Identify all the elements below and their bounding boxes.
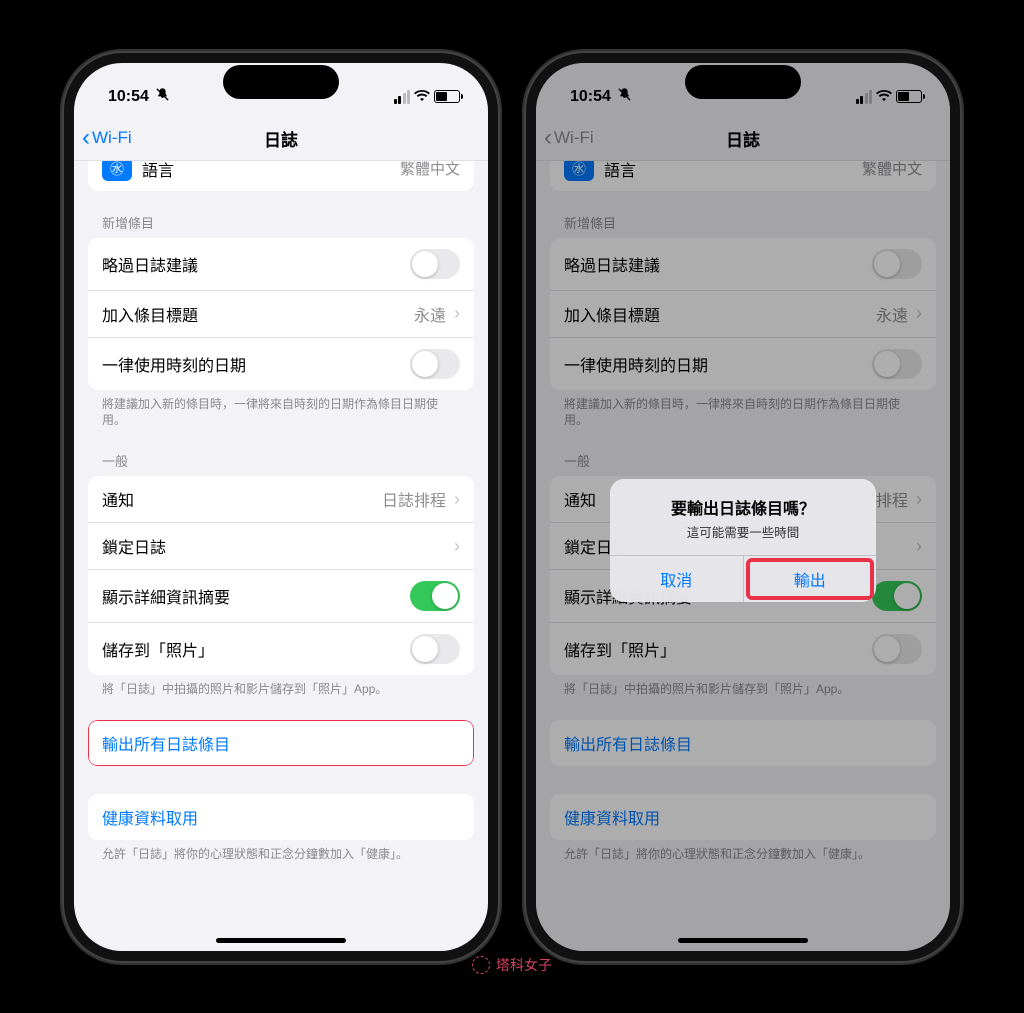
chevron-right-icon: › (454, 303, 460, 324)
row-notifications[interactable]: 通知 日誌排程 › (88, 476, 474, 523)
chevron-left-icon: ‹ (82, 126, 90, 150)
dynamic-island (223, 65, 339, 99)
toggle-skip-suggestions[interactable] (410, 249, 460, 279)
row-skip-suggestions[interactable]: 略過日誌建議 (88, 238, 474, 291)
section-header-new-entry: 新增條目 (74, 191, 488, 238)
chevron-right-icon: › (454, 536, 460, 557)
back-button[interactable]: ‹ Wi-Fi (82, 117, 132, 160)
screen-left: 10:54 ‹ Wi-Fi 日誌 ㊌ 語言 (74, 63, 488, 951)
toggle-moment-date[interactable] (410, 349, 460, 379)
screen-right: 10:54 ‹ Wi-Fi 日誌 ㊌ 語言 (536, 63, 950, 951)
alert-title: 要輸出日誌條目嗎？ (624, 495, 862, 519)
row-use-moment-date[interactable]: 一律使用時刻的日期 (88, 338, 474, 390)
row-entry-title[interactable]: 加入條目標題 永遠 › (88, 291, 474, 338)
status-time: 10:54 (108, 88, 149, 106)
back-label: Wi-Fi (92, 128, 132, 148)
nav-bar: ‹ Wi-Fi 日誌 (74, 117, 488, 161)
dynamic-island (685, 65, 801, 99)
battery-icon (434, 90, 460, 103)
section-header-general: 一般 (74, 429, 488, 476)
footer-health: 允許「日誌」將你的心理狀態和正念分鐘數加入「健康」。 (74, 840, 488, 863)
silent-icon (155, 87, 170, 106)
export-all-entries-button[interactable]: 輸出所有日誌條目 (88, 720, 474, 766)
health-data-access-button[interactable]: 健康資料取用 (88, 794, 474, 840)
row-save-photos[interactable]: 儲存到「照片」 (88, 623, 474, 675)
alert-message: 這可能需要一些時間 (624, 522, 862, 541)
settings-content[interactable]: ㊌ 語言 繁體中文 新增條目 略過日誌建議 加入條目標題 永遠 › (74, 161, 488, 951)
page-title: 日誌 (264, 126, 298, 151)
home-indicator[interactable] (678, 938, 808, 943)
footer-save-photos: 將「日誌」中拍攝的照片和影片儲存到「照片」App。 (74, 675, 488, 698)
toggle-show-summary[interactable] (410, 581, 460, 611)
wifi-icon (414, 88, 430, 106)
group-health: 健康資料取用 (88, 794, 474, 840)
row-show-summary[interactable]: 顯示詳細資訊摘要 (88, 570, 474, 623)
globe-icon: ㊌ (102, 161, 132, 181)
alert-export-button[interactable]: 輸出 (744, 556, 877, 602)
watermark: 塔科女子 (472, 955, 552, 975)
group-export: 輸出所有日誌條目 (88, 720, 474, 766)
group-general: 通知 日誌排程 › 鎖定日誌 › 顯示詳細資訊摘要 儲存到「照片」 (88, 476, 474, 675)
language-row-partial[interactable]: ㊌ 語言 繁體中文 (88, 161, 474, 191)
chevron-right-icon: › (454, 489, 460, 510)
footer-moment-date: 將建議加入新的條目時，一律將來自時刻的日期作為條目日期使用。 (74, 390, 488, 430)
row-lock-journal[interactable]: 鎖定日誌 › (88, 523, 474, 570)
alert-cancel-button[interactable]: 取消 (610, 556, 744, 602)
phone-right: 10:54 ‹ Wi-Fi 日誌 ㊌ 語言 (524, 51, 962, 963)
toggle-save-photos[interactable] (410, 634, 460, 664)
export-confirm-alert: 要輸出日誌條目嗎？ 這可能需要一些時間 取消 輸出 (610, 479, 876, 602)
sun-icon (472, 956, 490, 974)
home-indicator[interactable] (216, 938, 346, 943)
cellular-icon (394, 90, 411, 104)
group-new-entry: 略過日誌建議 加入條目標題 永遠 › 一律使用時刻的日期 (88, 238, 474, 390)
phone-left: 10:54 ‹ Wi-Fi 日誌 ㊌ 語言 (62, 51, 500, 963)
